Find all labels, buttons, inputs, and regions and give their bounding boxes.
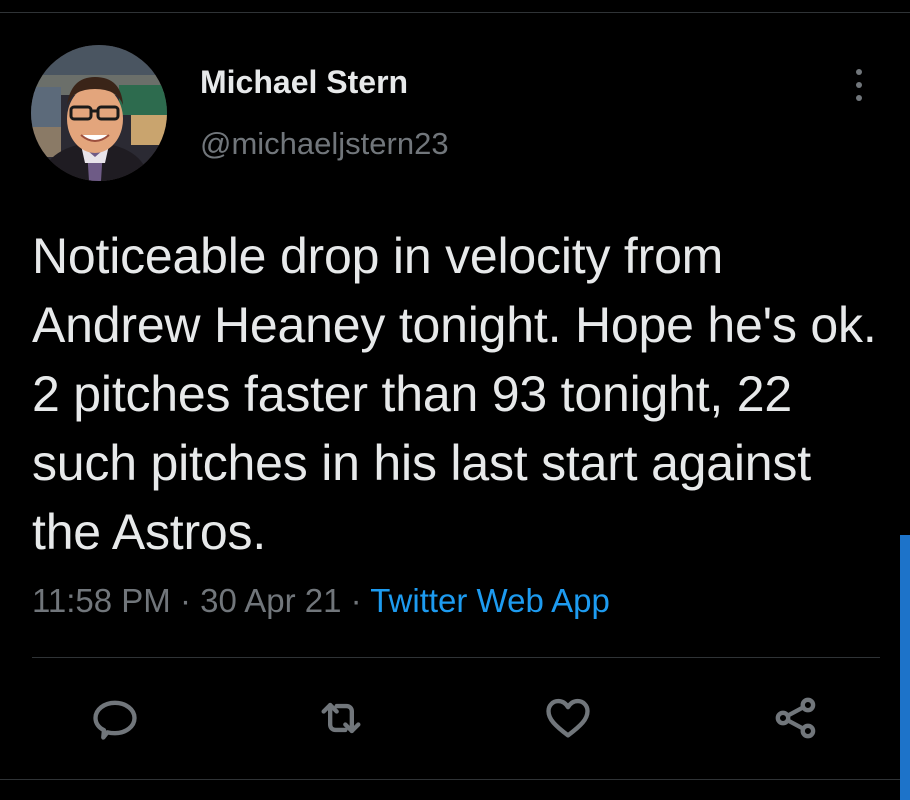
tweet-source-link[interactable]: Twitter Web App	[370, 582, 610, 619]
avatar[interactable]	[31, 45, 167, 181]
more-options-button[interactable]	[838, 62, 880, 108]
author-handle[interactable]: @michaeljstern23	[200, 126, 449, 162]
more-vertical-icon	[856, 69, 862, 75]
more-vertical-icon-dot	[856, 82, 862, 88]
share-icon	[775, 697, 816, 739]
tweet-metadata: 11:58 PM · 30 Apr 21 · Twitter Web App	[32, 582, 610, 620]
like-button[interactable]	[536, 686, 600, 750]
avatar-photo	[31, 45, 167, 181]
tweet-time[interactable]: 11:58 PM	[32, 582, 171, 619]
meta-separator: ·	[350, 582, 362, 619]
more-vertical-icon-dot	[856, 95, 862, 101]
tweet-action-bar	[0, 686, 910, 750]
heart-icon	[546, 698, 590, 738]
bottom-divider	[0, 779, 910, 780]
meta-separator: ·	[179, 582, 191, 619]
reply-button[interactable]	[83, 686, 147, 750]
top-divider	[0, 12, 910, 13]
author-display-name[interactable]: Michael Stern	[200, 64, 408, 101]
share-button[interactable]	[764, 686, 828, 750]
retweet-button[interactable]	[309, 686, 373, 750]
tweet-text: Noticeable drop in velocity from Andrew …	[32, 228, 877, 560]
reply-icon	[93, 700, 137, 740]
action-bar-divider	[32, 657, 880, 658]
tweet-date[interactable]: 30 Apr 21	[200, 582, 341, 619]
scrollbar-thumb[interactable]	[900, 535, 910, 800]
retweet-icon	[321, 702, 361, 734]
